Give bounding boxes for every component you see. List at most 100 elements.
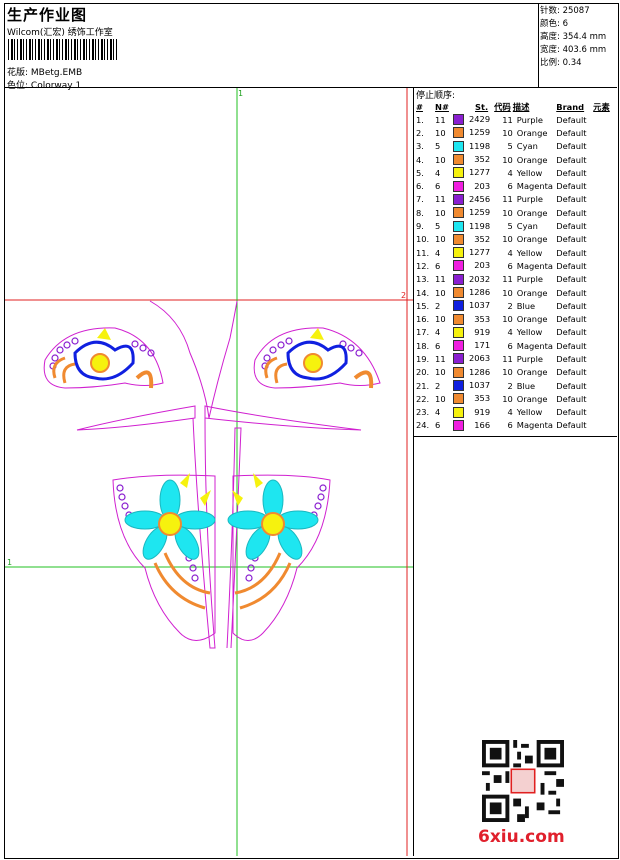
cell-description: Yellow [513,406,556,419]
cell-description: Yellow [513,246,556,259]
cell-needle-text: 11 [435,353,446,364]
cell-index-text: 22. [416,393,430,404]
cell-code: 11 [490,352,513,365]
col-brand: Brand [556,101,585,112]
cell-description-text: Purple [516,353,543,364]
cell-description-text: Purple [516,114,543,125]
company-name: Wilcom(汇宏) 绣饰工作室 [7,28,113,38]
cell-brand-text: Default [556,287,587,298]
cell-code: 11 [490,193,513,206]
cell-needle: 10 [435,312,453,325]
table-row: 17. 4 919 4 Yellow Default [416,326,617,339]
stat-width: 宽度: 403.6 mm [540,45,607,55]
cell-brand-text: Default [556,327,587,338]
color-swatch [452,247,464,259]
cell-stitches-text: 2429 [468,114,491,125]
cell-index-text: 9. [416,221,424,232]
cell-index-text: 7. [416,194,424,205]
cell-code: 4 [490,166,513,179]
cell-stitches-text: 1037 [468,380,491,391]
color-swatch [452,287,464,298]
cell-index-text: 6. [416,181,424,192]
cell-stitches: 1037 [452,379,491,392]
cell-index: 18. [416,339,435,352]
cell-needle: 10 [435,233,453,246]
cell-stitches: 919 [452,326,490,339]
cell-stitches-text: 353 [474,393,491,404]
cell-index-text: 14. [416,287,430,298]
col-element: 元素 [593,101,610,112]
cell-description-text: Yellow [516,167,543,178]
cell-brand-text: Default [556,393,587,404]
cell-code: 2 [490,299,513,312]
cell-description: Purple [513,352,556,365]
cell-brand-text: Default [556,167,587,178]
cell-code: 6 [490,179,513,192]
color-swatch [452,313,464,325]
cell-needle: 4 [435,406,453,419]
cell-index: 17. [416,326,435,339]
table-row: 19. 11 2063 11 Purple Default [416,352,617,365]
cell-stitches-text: 1286 [468,366,491,377]
cell-index-text: 23. [416,407,430,418]
cell-needle: 11 [435,352,453,365]
cell-brand-text: Default [556,181,587,192]
table-row: 8. 10 1259 10 Orange Default [416,206,617,219]
stop-sequence-body: 1. 11 2429 11 Purple Default 2. 10 1259 10 Orange D… [416,113,617,432]
cell-code: 10 [490,366,513,379]
cell-needle-text: 11 [435,194,446,205]
cell-code-text: 4 [507,167,513,178]
cell-needle: 10 [435,392,453,405]
color-swatch [452,419,464,431]
stat-scale: 比例: 0.34 [540,58,582,68]
cell-stitches-text: 352 [474,233,491,244]
cell-needle-text: 10 [435,287,446,298]
color-swatch [452,220,464,232]
cell-code: 5 [490,140,513,153]
table-row: 11. 4 1277 4 Yellow Default [416,246,617,259]
table-row: 20. 10 1286 10 Orange Default [416,366,617,379]
cell-description: Yellow [513,326,556,339]
table-row: 3. 5 1198 5 Cyan Default [416,140,617,153]
cell-code: 6 [490,419,513,432]
cell-brand: Default [556,406,593,419]
cell-index-text: 20. [416,367,430,378]
cell-description: Magenta [513,259,556,272]
cell-stitches-text: 1277 [468,247,491,258]
cell-code: 6 [490,339,513,352]
cell-needle: 11 [435,193,453,206]
cell-needle: 6 [435,179,453,192]
cell-brand: Default [556,233,593,246]
motif-lower-right [227,473,331,641]
color-swatch [452,260,464,272]
cell-stitches-text: 2032 [468,273,491,284]
cell-stitches: 1286 [452,286,490,299]
table-row: 10. 10 352 10 Orange Default [416,233,617,246]
cell-needle-text: 4 [435,167,441,178]
cell-brand: Default [556,246,593,259]
cell-stitches: 1198 [452,219,490,232]
col-needle: N# [435,101,449,112]
cell-description-text: Orange [516,314,548,325]
cell-code: 10 [490,312,513,325]
cell-brand: Default [556,419,593,432]
cell-code: 10 [490,392,513,405]
cell-index: 1. [416,113,435,126]
cell-description-text: Purple [516,274,543,285]
cell-description-text: Purple [516,194,543,205]
table-row: 14. 10 1286 10 Orange Default [416,286,617,299]
cell-description: Orange [513,392,556,405]
stats-block: 针数: 25087 颜色: 6 高度: 354.4 mm 宽度: 403.6 m… [540,5,606,70]
cell-brand: Default [556,326,593,339]
col-code: 代码 [494,101,511,112]
color-swatch [452,193,464,205]
cell-needle: 2 [435,379,453,392]
cell-stitches-text: 2456 [468,193,491,204]
cell-description: Cyan [513,140,556,153]
cell-needle-text: 4 [435,327,441,338]
cell-brand: Default [556,312,593,325]
color-swatch [452,393,464,405]
cell-stitches-text: 1259 [468,207,491,218]
color-swatch [452,406,464,418]
cell-needle-text: 10 [435,393,446,404]
